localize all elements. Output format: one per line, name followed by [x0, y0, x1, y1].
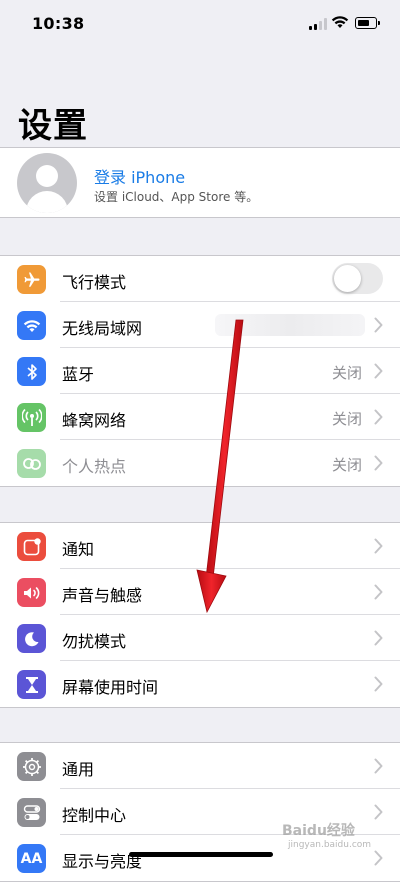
status-bar: 10:38: [0, 0, 400, 48]
login-title: 登录 iPhone: [94, 168, 186, 187]
hourglass-icon: [17, 670, 46, 699]
row-label: 屏幕使用时间: [62, 678, 159, 697]
row-airplane-mode[interactable]: 飞行模式: [0, 256, 400, 302]
chevron-right-icon: [374, 676, 383, 692]
chevron-right-icon: [374, 455, 383, 471]
row-label: 勿扰模式: [62, 632, 127, 651]
row-wifi[interactable]: 无线局域网: [0, 302, 400, 348]
row-value: 关闭: [331, 410, 362, 428]
row-value: 关闭: [331, 456, 362, 474]
chevron-right-icon: [374, 804, 383, 820]
row-screen-time[interactable]: 屏幕使用时间: [0, 661, 400, 707]
row-label: 蜂窝网络: [62, 411, 127, 430]
battery-icon: [355, 17, 380, 29]
row-notifications[interactable]: 通知: [0, 523, 400, 569]
display-brightness-icon-text: AA: [20, 850, 43, 867]
chevron-right-icon: [374, 363, 383, 379]
page-title: 设置: [18, 106, 88, 146]
row-label: 个人热点: [62, 457, 127, 476]
row-label: 无线局域网: [62, 319, 143, 338]
chevron-right-icon: [374, 584, 383, 600]
chevron-right-icon: [374, 630, 383, 646]
profile-row[interactable]: 登录 iPhone 设置 iCloud、App Store 等。: [0, 147, 400, 218]
row-cellular[interactable]: 蜂窝网络 关闭: [0, 394, 400, 440]
watermark-subtext: jingyan.baidu.com: [288, 840, 372, 850]
row-sounds-haptics[interactable]: 声音与触感: [0, 569, 400, 615]
airplane-mode-toggle[interactable]: [332, 263, 383, 294]
cellular-signal-icon: [309, 18, 329, 30]
avatar: [17, 153, 77, 213]
moon-icon: [17, 624, 46, 653]
wifi-icon: [17, 311, 46, 340]
chevron-right-icon: [374, 850, 383, 866]
row-label: 飞行模式: [62, 273, 127, 292]
gear-icon: [17, 752, 46, 781]
connectivity-group: 飞行模式 无线局域网 蓝牙 关闭 蜂窝网络 关闭 个人热点 关闭: [0, 255, 400, 487]
airplane-icon: [17, 265, 46, 294]
home-indicator[interactable]: [129, 852, 273, 857]
row-label: 蓝牙: [62, 365, 95, 384]
chevron-right-icon: [374, 317, 383, 333]
watermark: Baidu经验 jingyan.baidu.com: [282, 820, 371, 850]
login-subtitle: 设置 iCloud、App Store 等。: [94, 190, 259, 204]
watermark-text: Baidu经验: [282, 823, 355, 839]
sound-icon: [17, 578, 46, 607]
notifications-group: 通知 声音与触感 勿扰模式 屏幕使用时间: [0, 522, 400, 708]
hotspot-icon: [17, 449, 46, 478]
row-label: 控制中心: [62, 806, 127, 825]
wifi-network-value: [215, 314, 365, 336]
row-label: 通用: [62, 760, 95, 779]
control-center-icon: [17, 798, 46, 827]
wifi-status-icon: [331, 16, 349, 28]
chevron-right-icon: [374, 409, 383, 425]
status-time: 10:38: [32, 14, 85, 33]
chevron-right-icon: [374, 758, 383, 774]
bluetooth-icon: [17, 357, 46, 386]
notifications-icon: [17, 532, 46, 561]
display-brightness-icon: AA: [17, 844, 46, 873]
general-group: 通用 控制中心 AA 显示与亮度: [0, 742, 400, 882]
cellular-icon: [17, 403, 46, 432]
row-label: 声音与触感: [62, 586, 143, 605]
chevron-right-icon: [374, 538, 383, 554]
row-general[interactable]: 通用: [0, 743, 400, 789]
row-value: 关闭: [331, 364, 362, 382]
row-do-not-disturb[interactable]: 勿扰模式: [0, 615, 400, 661]
row-label: 通知: [62, 540, 95, 559]
row-personal-hotspot[interactable]: 个人热点 关闭: [0, 440, 400, 486]
row-bluetooth[interactable]: 蓝牙 关闭: [0, 348, 400, 394]
